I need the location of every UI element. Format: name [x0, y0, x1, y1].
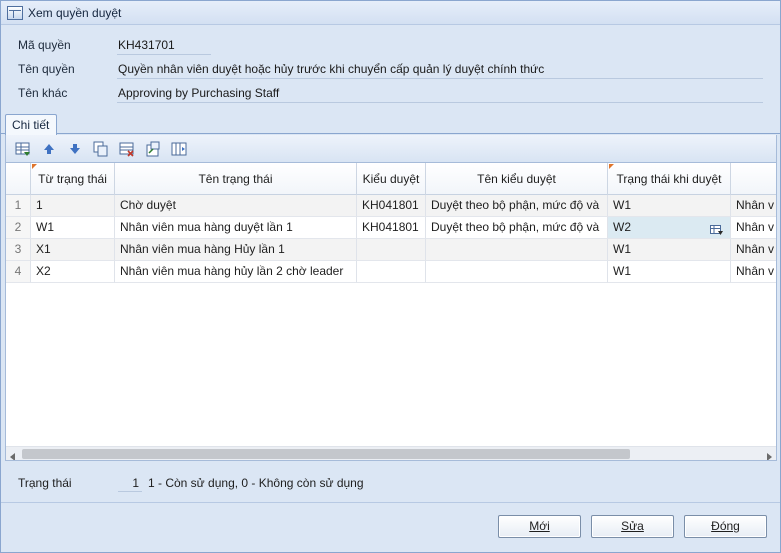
- cell-kieu-duyet[interactable]: [357, 239, 426, 261]
- row-number: 2: [6, 217, 31, 239]
- scroll-right-icon[interactable]: [766, 450, 772, 460]
- table-row[interactable]: 3 X1 Nhân viên mua hàng Hủy lần 1 W1 Nhâ…: [6, 239, 776, 261]
- copy-icon[interactable]: [90, 139, 112, 159]
- columns-icon[interactable]: [168, 139, 190, 159]
- insert-row-icon[interactable]: [12, 139, 34, 159]
- cell-ten-kieu-duyet[interactable]: [426, 261, 608, 283]
- header-fields: Mã quyền KH431701 Tên quyền Quyền nhân v…: [1, 26, 780, 111]
- cell-trang-thai-khi-duyet[interactable]: W1: [608, 261, 731, 283]
- ten-quyen-label: Tên quyền: [18, 62, 75, 76]
- cell-trang-thai-khi-duyet-selected[interactable]: W2: [608, 217, 731, 239]
- cell-trang-thai-khi-duyet[interactable]: W1: [608, 195, 731, 217]
- scrollbar-thumb[interactable]: [22, 449, 630, 459]
- status-field[interactable]: 1: [118, 475, 142, 492]
- column-header-ten-kieu-duyet[interactable]: Tên kiểu duyệt: [426, 163, 608, 195]
- cell-tu-trang-thai[interactable]: W1: [31, 217, 115, 239]
- new-button[interactable]: Mới: [498, 515, 581, 538]
- cell-ten-kieu-duyet[interactable]: [426, 239, 608, 261]
- column-header-ten-trang-thai[interactable]: Tên trạng thái: [115, 163, 357, 195]
- cell-kieu-duyet[interactable]: KH041801: [357, 195, 426, 217]
- row-number: 3: [6, 239, 31, 261]
- edit-button-label: Sửa: [621, 519, 644, 533]
- title-bar: Xem quyền duyệt: [1, 1, 780, 25]
- ten-quyen-field[interactable]: Quyền nhân viên duyệt hoặc hủy trước khi…: [117, 60, 763, 79]
- close-button[interactable]: Đóng: [684, 515, 767, 538]
- cell-ten-kieu-duyet[interactable]: Duyệt theo bộ phận, mức độ và: [426, 195, 608, 217]
- table-row[interactable]: 1 1 Chờ duyệt KH041801 Duyệt theo bộ phậ…: [6, 195, 776, 217]
- field-row-ten-quyen: Tên quyền Quyền nhân viên duyệt hoặc hủy…: [1, 59, 780, 79]
- window-table-icon: [7, 5, 23, 20]
- status-row: Trạng thái 1 1 - Còn sử dụng, 0 - Không …: [1, 473, 780, 493]
- window-title: Xem quyền duyệt: [28, 5, 122, 20]
- horizontal-scrollbar[interactable]: [6, 446, 776, 460]
- tab-bar: Chi tiết: [1, 113, 780, 135]
- cell-kieu-duyet[interactable]: KH041801: [357, 217, 426, 239]
- cell-kieu-duyet[interactable]: [357, 261, 426, 283]
- move-down-icon[interactable]: [64, 139, 86, 159]
- detail-grid[interactable]: Từ trạng thái Tên trạng thái Kiểu duyệt …: [5, 162, 777, 461]
- field-row-ten-khac: Tên khác Approving by Purchasing Staff: [1, 83, 780, 103]
- column-header-trang-thai-khi-duyet[interactable]: Trạng thái khi duyệt: [608, 163, 731, 195]
- ma-quyen-label: Mã quyền: [18, 38, 71, 52]
- column-header-kieu-duyet[interactable]: Kiểu duyệt: [357, 163, 426, 195]
- lookup-icon[interactable]: [710, 222, 724, 238]
- column-header-tu-trang-thai[interactable]: Từ trạng thái: [31, 163, 115, 195]
- cell-next[interactable]: Nhân v: [731, 217, 776, 239]
- cell-next[interactable]: Nhân v: [731, 195, 776, 217]
- delete-row-icon[interactable]: [116, 139, 138, 159]
- status-hint: 1 - Còn sử dụng, 0 - Không còn sử dụng: [148, 476, 364, 490]
- row-number-header: [6, 163, 31, 195]
- table-row[interactable]: 2 W1 Nhân viên mua hàng duyệt lần 1 KH04…: [6, 217, 776, 239]
- selected-cell-value: W2: [613, 220, 631, 234]
- approval-window: Xem quyền duyệt Mã quyền KH431701 Tên qu…: [0, 0, 781, 553]
- scroll-left-icon[interactable]: [10, 450, 16, 460]
- ten-khac-label: Tên khác: [18, 86, 68, 100]
- cell-ten-trang-thai[interactable]: Nhân viên mua hàng hủy lần 2 chờ leader: [115, 261, 357, 283]
- cell-ten-kieu-duyet[interactable]: Duyệt theo bộ phận, mức độ và: [426, 217, 608, 239]
- cell-tu-trang-thai[interactable]: 1: [31, 195, 115, 217]
- row-number: 4: [6, 261, 31, 283]
- cell-next[interactable]: Nhân v: [731, 261, 776, 283]
- cell-tu-trang-thai[interactable]: X2: [31, 261, 115, 283]
- cell-ten-trang-thai[interactable]: Chờ duyệt: [115, 195, 357, 217]
- cell-next[interactable]: Nhân v: [731, 239, 776, 261]
- cell-trang-thai-khi-duyet[interactable]: W1: [608, 239, 731, 261]
- cell-ten-trang-thai[interactable]: Nhân viên mua hàng duyệt lần 1: [115, 217, 357, 239]
- cell-ten-trang-thai[interactable]: Nhân viên mua hàng Hủy lần 1: [115, 239, 357, 261]
- ma-quyen-field[interactable]: KH431701: [117, 36, 211, 55]
- ten-khac-field[interactable]: Approving by Purchasing Staff: [117, 84, 763, 103]
- status-label: Trạng thái: [18, 476, 72, 490]
- field-row-ma-quyen: Mã quyền KH431701: [1, 35, 780, 55]
- tab-chi-tiet[interactable]: Chi tiết: [5, 114, 57, 135]
- grid-header: Từ trạng thái Tên trạng thái Kiểu duyệt …: [6, 163, 776, 195]
- new-button-label: Mới: [529, 519, 550, 533]
- grid-toolbar: [5, 135, 777, 162]
- close-button-label: Đóng: [711, 519, 740, 533]
- cell-tu-trang-thai[interactable]: X1: [31, 239, 115, 261]
- footer-divider: [1, 502, 780, 503]
- edit-button[interactable]: Sửa: [591, 515, 674, 538]
- move-up-icon[interactable]: [38, 139, 60, 159]
- column-header-next[interactable]: [731, 163, 776, 195]
- table-row[interactable]: 4 X2 Nhân viên mua hàng hủy lần 2 chờ le…: [6, 261, 776, 283]
- row-number: 1: [6, 195, 31, 217]
- export-icon[interactable]: [142, 139, 164, 159]
